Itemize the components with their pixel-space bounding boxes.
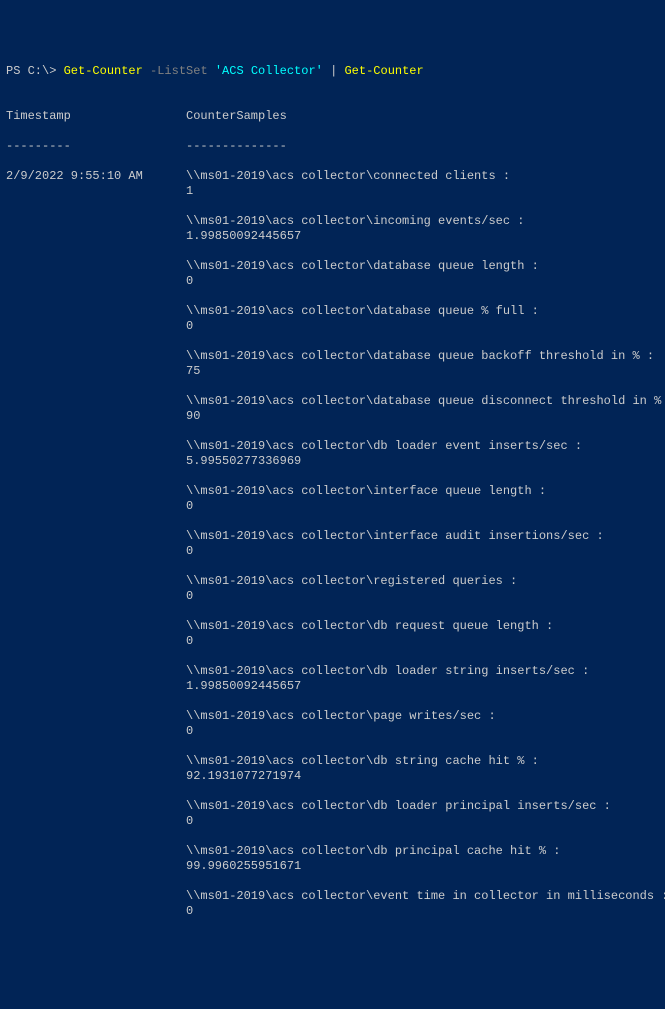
- counter-path: \\ms01-2019\acs collector\database queue…: [186, 349, 659, 364]
- dash-col2: --------------: [186, 139, 287, 154]
- counter-value: 92.1931077271974: [186, 769, 659, 784]
- counter-path: \\ms01-2019\acs collector\interface audi…: [186, 529, 659, 544]
- blank-line: [186, 649, 659, 664]
- blank-line: [186, 784, 659, 799]
- counter-path: \\ms01-2019\acs collector\page writes/se…: [186, 709, 659, 724]
- blank-line: [6, 79, 659, 94]
- counter-value: 1.99850092445657: [186, 229, 659, 244]
- pipe-symbol: |: [323, 64, 345, 78]
- blank-line: [186, 334, 659, 349]
- counter-path: \\ms01-2019\acs collector\registered que…: [186, 574, 659, 589]
- blank-line: [186, 379, 659, 394]
- blank-line: [186, 514, 659, 529]
- table-row: 2/9/2022 9:55:10 AM\\ms01-2019\acs colle…: [6, 169, 659, 184]
- counter-path: \\ms01-2019\acs collector\interface queu…: [186, 484, 659, 499]
- timestamp-value: 2/9/2022 9:55:10 AM: [6, 169, 186, 184]
- counter-path: \\ms01-2019\acs collector\db principal c…: [186, 844, 659, 859]
- counter-value: 0: [186, 634, 659, 649]
- blank-line: [186, 874, 659, 889]
- counter-value: 0: [186, 499, 659, 514]
- counter-value: 75: [186, 364, 659, 379]
- counter-path: \\ms01-2019\acs collector\database queue…: [186, 304, 659, 319]
- blank-line: [186, 829, 659, 844]
- blank-line: [186, 244, 659, 259]
- counter-path: \\ms01-2019\acs collector\db request que…: [186, 619, 659, 634]
- blank-line: [186, 604, 659, 619]
- counter-path: \\ms01-2019\acs collector\database queue…: [186, 259, 659, 274]
- counter-value: 90: [186, 409, 659, 424]
- table-body: 2/9/2022 9:55:10 AM\\ms01-2019\acs colle…: [6, 169, 659, 919]
- counter-value: 0: [186, 724, 659, 739]
- counter-value: 99.9960255951671: [186, 859, 659, 874]
- counter-value: 1.99850092445657: [186, 679, 659, 694]
- counter-value: 5.99550277336969: [186, 454, 659, 469]
- blank-line: [186, 559, 659, 574]
- counter-value: 0: [186, 589, 659, 604]
- counter-path: \\ms01-2019\acs collector\connected clie…: [186, 169, 510, 184]
- header-timestamp: Timestamp: [6, 109, 186, 124]
- counter-value: 0: [186, 544, 659, 559]
- table-divider-row: -----------------------: [6, 139, 659, 154]
- blank-line: [186, 289, 659, 304]
- counter-path: \\ms01-2019\acs collector\db loader prin…: [186, 799, 659, 814]
- cmdlet-1: Get-Counter: [64, 64, 143, 78]
- cmdlet-2: Get-Counter: [344, 64, 423, 78]
- console-output[interactable]: PS C:\> Get-Counter -ListSet 'ACS Collec…: [6, 64, 659, 934]
- counter-value: 0: [186, 319, 659, 334]
- counter-path: \\ms01-2019\acs collector\db string cach…: [186, 754, 659, 769]
- table-header-row: TimestampCounterSamples: [6, 109, 659, 124]
- blank-line: [186, 424, 659, 439]
- blank-line: [186, 199, 659, 214]
- counter-path: \\ms01-2019\acs collector\database queue…: [186, 394, 659, 409]
- counter-value: 0: [186, 904, 659, 919]
- counter-value: 0: [186, 274, 659, 289]
- counter-path: \\ms01-2019\acs collector\db loader stri…: [186, 664, 659, 679]
- counter-path: \\ms01-2019\acs collector\db loader even…: [186, 439, 659, 454]
- header-countersamples: CounterSamples: [186, 109, 287, 124]
- counter-path: \\ms01-2019\acs collector\event time in …: [186, 889, 659, 904]
- arg-string: 'ACS Collector': [215, 64, 323, 78]
- counter-value: 1: [186, 184, 659, 199]
- flag-listset: -ListSet: [143, 64, 215, 78]
- prompt-prefix: PS C:\>: [6, 64, 64, 78]
- blank-line: [186, 694, 659, 709]
- dash-col1: ---------: [6, 139, 186, 154]
- blank-line: [186, 739, 659, 754]
- counter-value: 0: [186, 814, 659, 829]
- counter-path: \\ms01-2019\acs collector\incoming event…: [186, 214, 659, 229]
- blank-line: [186, 469, 659, 484]
